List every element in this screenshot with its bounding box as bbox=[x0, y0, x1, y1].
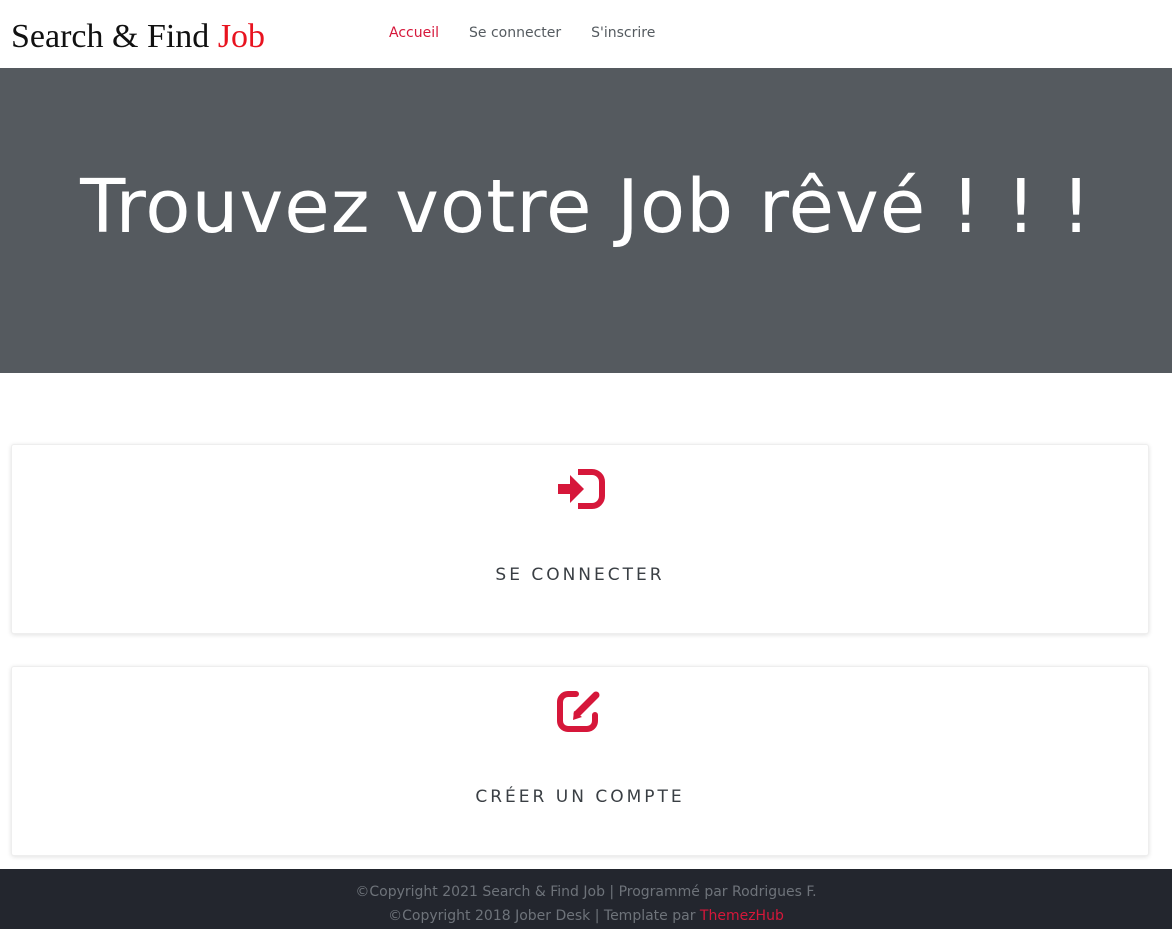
nav-link-sinscrire[interactable]: S'inscrire bbox=[576, 22, 670, 44]
footer-template-credit: ©Copyright 2018 Jober Desk | Template pa… bbox=[0, 905, 1172, 927]
nav-link-accueil[interactable]: Accueil bbox=[374, 22, 454, 44]
brand-accent: Job bbox=[217, 18, 266, 55]
main-nav: Accueil Se connecter S'inscrire bbox=[374, 22, 670, 44]
hero-title: Trouvez votre Job rêvé ! ! ! bbox=[80, 164, 1092, 250]
hero-banner: Trouvez votre Job rêvé ! ! ! bbox=[0, 68, 1172, 373]
signup-card-label: CRÉER UN COMPTE bbox=[475, 787, 685, 807]
footer-copyright: ©Copyright 2021 Search & Find Job | Prog… bbox=[355, 884, 817, 900]
brand-logo[interactable]: Search & Find Job bbox=[11, 16, 265, 58]
nav-link-se-connecter[interactable]: Se connecter bbox=[454, 22, 576, 44]
sign-in-icon bbox=[556, 467, 608, 511]
login-card-label: SE CONNECTER bbox=[495, 565, 665, 585]
themezhub-link[interactable]: ThemezHub bbox=[700, 908, 784, 924]
signup-card[interactable]: CRÉER UN COMPTE bbox=[11, 666, 1149, 856]
brand-name: Search & Find bbox=[11, 18, 218, 55]
footer: ©Copyright 2021 Search & Find Job | Prog… bbox=[0, 869, 1172, 929]
top-navbar: Search & Find Job Accueil Se connecter S… bbox=[0, 0, 1172, 68]
footer-template-text: ©Copyright 2018 Jober Desk | Template pa… bbox=[388, 908, 700, 924]
login-card[interactable]: SE CONNECTER bbox=[11, 444, 1149, 634]
edit-icon bbox=[556, 689, 608, 733]
